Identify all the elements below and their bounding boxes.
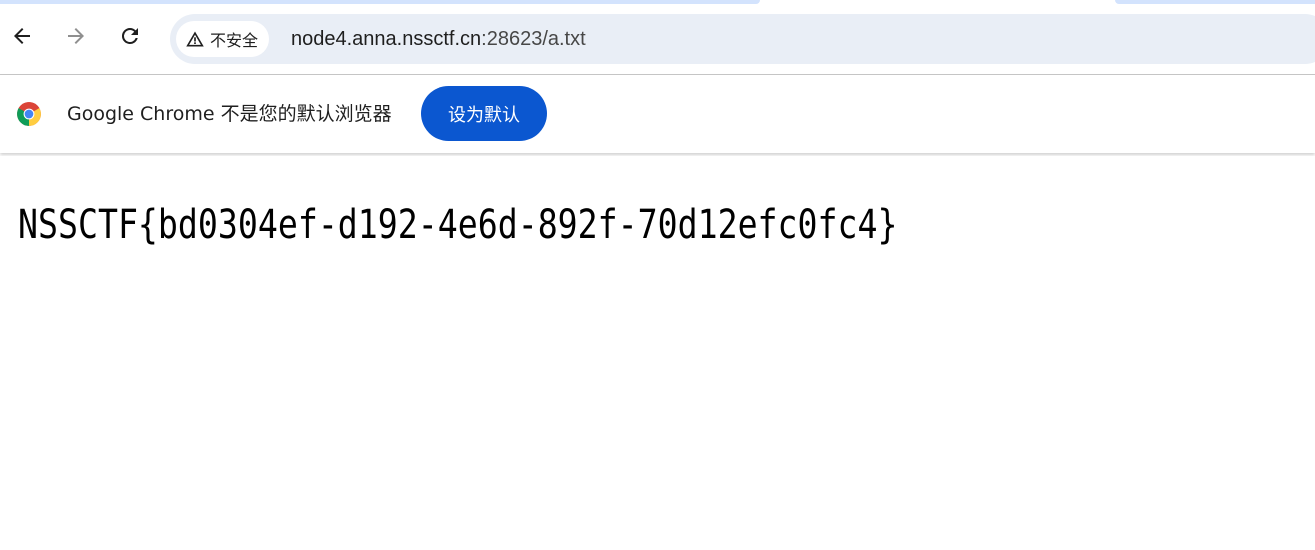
arrow-right-icon: [68, 28, 84, 44]
arrow-left-icon: [14, 28, 30, 44]
warning-triangle-icon: [185, 29, 205, 49]
address-bar[interactable]: 不安全 node4.anna.nssctf.cn:28623/a.txt: [170, 14, 1315, 64]
infobar-message: Google Chrome 不是您的默认浏览器: [67, 103, 392, 125]
url-host: node4.anna.nssctf.cn: [291, 28, 482, 50]
reload-button[interactable]: [115, 21, 145, 51]
chrome-logo-icon: [17, 102, 41, 126]
back-button[interactable]: [7, 21, 37, 51]
page-content: NSSCTF{bd0304ef-d192-4e6d-892f-70d12efc0…: [0, 156, 1315, 550]
url-path: :28623/a.txt: [481, 28, 586, 50]
browser-toolbar: 不安全 node4.anna.nssctf.cn:28623/a.txt: [0, 4, 1315, 75]
plain-text-content: NSSCTF{bd0304ef-d192-4e6d-892f-70d12efc0…: [18, 202, 898, 248]
url-text[interactable]: node4.anna.nssctf.cn:28623/a.txt: [291, 14, 586, 64]
security-label: 不安全: [210, 31, 259, 50]
forward-button[interactable]: [61, 21, 91, 51]
security-chip[interactable]: 不安全: [176, 21, 270, 57]
default-browser-infobar: Google Chrome 不是您的默认浏览器 设为默认: [0, 75, 1315, 153]
reload-icon: [121, 27, 138, 44]
set-default-button[interactable]: 设为默认: [421, 86, 547, 141]
